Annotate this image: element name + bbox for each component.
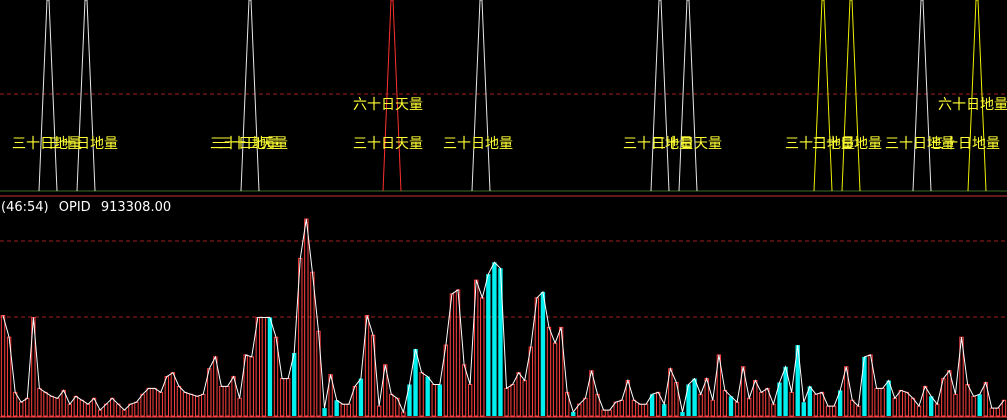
opid-bar-cyan [334,400,339,416]
signal-label: 三十日地量 [443,136,513,152]
opid-bar-cyan [801,402,806,416]
chart-stage: 三十日地量三十日地量 三十日地量三十日天量六十日天量三十日天量 三十日地量 三十日地量… [0,0,1007,420]
opid-bar-cyan [425,376,430,416]
indicator-value: 913308.00 [101,200,171,215]
signal-label: 三十日天量 [218,136,288,152]
signal-label: 三十日地量 [812,136,882,152]
opid-bar-cyan [267,317,273,416]
opid-bar-cyan [680,412,685,416]
signal-label: 六十日天量 [353,97,423,113]
indicator-header: (46:54) OPID 913308.00 [1,200,171,215]
opid-bar-cyan [407,384,412,416]
indicator-name: OPID [59,200,91,215]
signal-label: 三十日天量 [652,136,722,152]
opid-bar-cyan [928,396,934,416]
opid-bar-cyan [728,396,734,416]
signal-label: 六十日地量 [938,97,1007,113]
opid-bar-cyan [437,384,442,416]
opid-bar-cyan [662,404,667,416]
period-label: (46:54) [1,200,49,215]
opid-bar-cyan [322,408,327,416]
opid-bar-cyan [977,394,982,416]
opid-bar-cyan [540,291,546,416]
opid-bar-cyan [358,378,364,416]
opid-bar-cyan [486,274,491,416]
signal-label: 三十日地量 [48,136,118,152]
signal-label: 三十日地量 [930,136,1000,152]
opid-bar-cyan [292,352,297,416]
opid-bar-cyan [492,262,497,416]
opid-bar-cyan [692,378,697,416]
signal-label: 三十日天量 [353,136,423,152]
